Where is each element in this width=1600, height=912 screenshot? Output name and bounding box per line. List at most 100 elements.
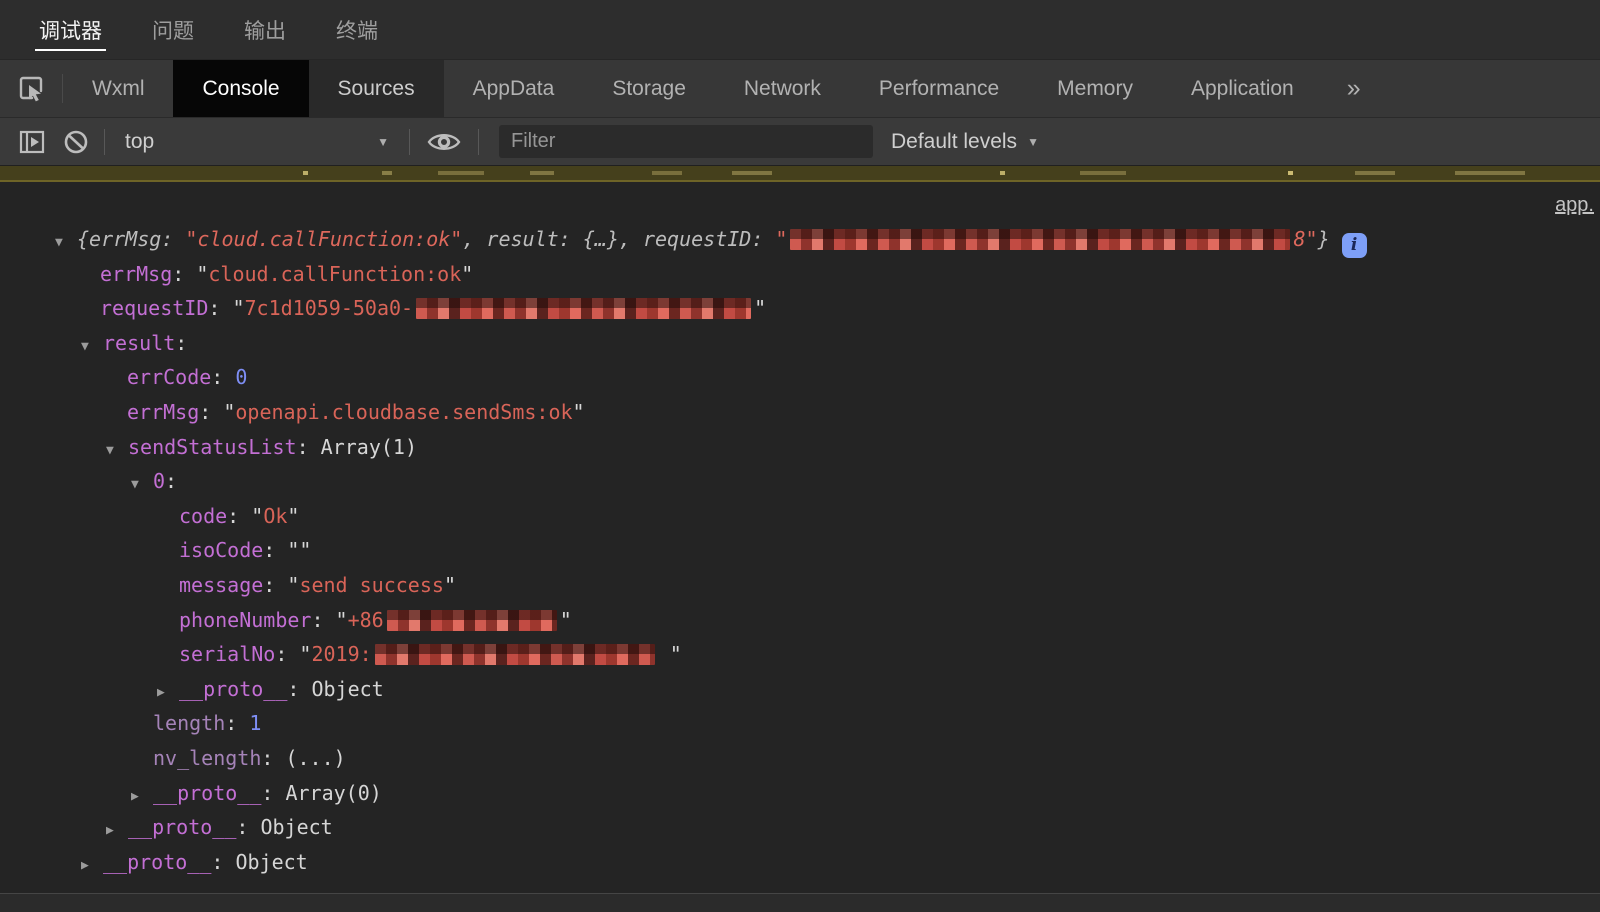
console-tree-row: length: 1 xyxy=(0,706,1600,741)
plain-text: Array(0) xyxy=(285,780,382,805)
string-value: 2019: xyxy=(311,642,372,667)
inspect-element-icon xyxy=(16,74,46,104)
plain-text: } xyxy=(1317,227,1330,251)
console-tree-row: ▼ {errMsg: "cloud.callFunction:ok", resul… xyxy=(0,222,1600,258)
create-live-expression-button[interactable] xyxy=(416,118,472,166)
collapse-arrow-icon[interactable]: ▼ xyxy=(131,468,153,503)
plain-text: : xyxy=(261,780,286,805)
collapse-arrow-icon[interactable]: ▼ xyxy=(106,434,128,469)
console-toolbar: top ▼ Default levels ▼ xyxy=(0,118,1600,166)
expand-arrow-icon[interactable]: ▶ xyxy=(106,814,128,849)
main-tab-调试器[interactable]: 调试器 xyxy=(35,0,106,59)
console-tree-row: errCode: 0 xyxy=(0,360,1600,395)
expand-arrow-icon[interactable]: ▶ xyxy=(157,676,179,711)
console-prompt-area[interactable] xyxy=(0,894,1600,912)
console-tree-row: phoneNumber: "+86 " xyxy=(0,603,1600,638)
string-value: 7c1d1059-50a0- xyxy=(244,296,414,321)
tab-storage[interactable]: Storage xyxy=(583,60,715,117)
quote-mark: " xyxy=(287,572,300,597)
more-tabs-button[interactable]: » xyxy=(1329,60,1379,117)
quote-mark: " xyxy=(251,503,264,528)
plain-text: , requestID: xyxy=(618,227,776,251)
chevron-down-icon: ▼ xyxy=(1027,134,1039,149)
console-tree-row: ▼ result: xyxy=(0,326,1600,361)
quote-mark: "" xyxy=(287,538,312,563)
quote-mark: " xyxy=(223,399,236,424)
tab-console[interactable]: Console xyxy=(173,60,309,117)
string-value: send success xyxy=(299,572,444,597)
property-key: isoCode xyxy=(179,538,264,563)
string-value: Ok xyxy=(263,503,288,528)
clear-console-icon xyxy=(62,128,90,156)
main-tab-问题[interactable]: 问题 xyxy=(148,0,198,59)
plain-text: (...) xyxy=(285,745,346,770)
plain-text: Object xyxy=(311,676,384,701)
property-key: 0 xyxy=(153,469,166,494)
property-key: sendStatusList xyxy=(128,434,297,459)
plain-text: : xyxy=(263,538,288,563)
console-tree-row: ▼ sendStatusList: Array(1) xyxy=(0,430,1600,465)
main-tab-输出[interactable]: 输出 xyxy=(240,0,290,59)
plain-text: : xyxy=(225,711,250,736)
plain-text: Array(1) xyxy=(320,434,417,459)
console-tree-row: requestID: "7c1d1059-50a0- " xyxy=(0,291,1600,326)
plain-text: : xyxy=(263,572,288,597)
plain-text: : xyxy=(175,330,188,355)
eye-icon xyxy=(427,130,461,154)
redacted-value xyxy=(386,609,557,631)
toolbar-divider xyxy=(104,128,105,155)
main-tab-终端[interactable]: 终端 xyxy=(332,0,382,59)
quote-mark: " xyxy=(461,261,474,286)
redacted-value xyxy=(416,298,752,320)
property-key: __proto__ xyxy=(103,849,212,874)
javascript-context-selector[interactable]: top ▼ xyxy=(111,118,403,166)
quote-mark: " xyxy=(232,296,245,321)
plain-text: : xyxy=(275,642,300,667)
property-key: __proto__ xyxy=(128,815,237,840)
tab-appdata[interactable]: AppData xyxy=(444,60,584,117)
tab-performance[interactable]: Performance xyxy=(850,60,1028,117)
show-console-sidebar-icon xyxy=(18,128,46,156)
tab-memory[interactable]: Memory xyxy=(1028,60,1162,117)
context-selector-value: top xyxy=(125,129,155,153)
console-tree-row: ▼ 0: xyxy=(0,464,1600,499)
expand-arrow-icon[interactable]: ▶ xyxy=(131,780,153,815)
tab-sources[interactable]: Sources xyxy=(308,60,444,117)
console-tree-row: ▶ __proto__: Object xyxy=(0,810,1600,845)
property-key: message xyxy=(179,572,264,597)
collapse-arrow-icon[interactable]: ▼ xyxy=(55,226,77,261)
plain-text: : xyxy=(236,815,261,840)
tab-application[interactable]: Application xyxy=(1162,60,1323,117)
show-console-sidebar-button[interactable] xyxy=(10,118,54,166)
quote-mark: " xyxy=(754,296,767,321)
string-value: openapi.cloudbase.sendSms:ok xyxy=(235,399,573,424)
clipped-warning-row xyxy=(0,166,1600,182)
console-tree-row: nv_length: (...) xyxy=(0,741,1600,776)
plain-text: : xyxy=(261,745,286,770)
plain-text xyxy=(658,642,670,666)
source-location-link[interactable]: app. xyxy=(1555,194,1594,217)
panel-tabs: Wxml Console Sources AppData Storage Network P… xyxy=(63,60,1323,117)
property-key: errMsg xyxy=(127,399,200,424)
console-tree-row: ▶ __proto__: Array(0) xyxy=(0,776,1600,811)
clear-console-button[interactable] xyxy=(54,118,98,166)
log-levels-dropdown[interactable]: Default levels ▼ xyxy=(891,130,1039,154)
plain-text: Object xyxy=(235,849,308,874)
quote-mark: " xyxy=(287,503,300,528)
console-tree-row: serialNo: "2019: " xyxy=(0,637,1600,672)
console-filter-input[interactable] xyxy=(499,125,873,158)
info-badge-icon[interactable]: i xyxy=(1341,233,1367,258)
tab-network[interactable]: Network xyxy=(715,60,850,117)
devtools-tab-bar: Wxml Console Sources AppData Storage Network P… xyxy=(0,60,1600,118)
collapse-arrow-icon[interactable]: ▼ xyxy=(81,330,103,365)
main-tab-bar: 调试器 问题 输出 终端 xyxy=(0,0,1600,60)
expand-arrow-icon[interactable]: ▶ xyxy=(81,849,103,884)
property-key: serialNo xyxy=(179,642,276,667)
plain-text: : xyxy=(172,261,197,286)
redacted-value xyxy=(790,229,1291,250)
console-tree-row: errMsg: "cloud.callFunction:ok" xyxy=(0,257,1600,292)
quote-mark: " xyxy=(299,642,312,667)
plain-text: : xyxy=(287,676,312,701)
inspect-element-button[interactable] xyxy=(0,60,62,117)
tab-wxml[interactable]: Wxml xyxy=(63,60,173,117)
